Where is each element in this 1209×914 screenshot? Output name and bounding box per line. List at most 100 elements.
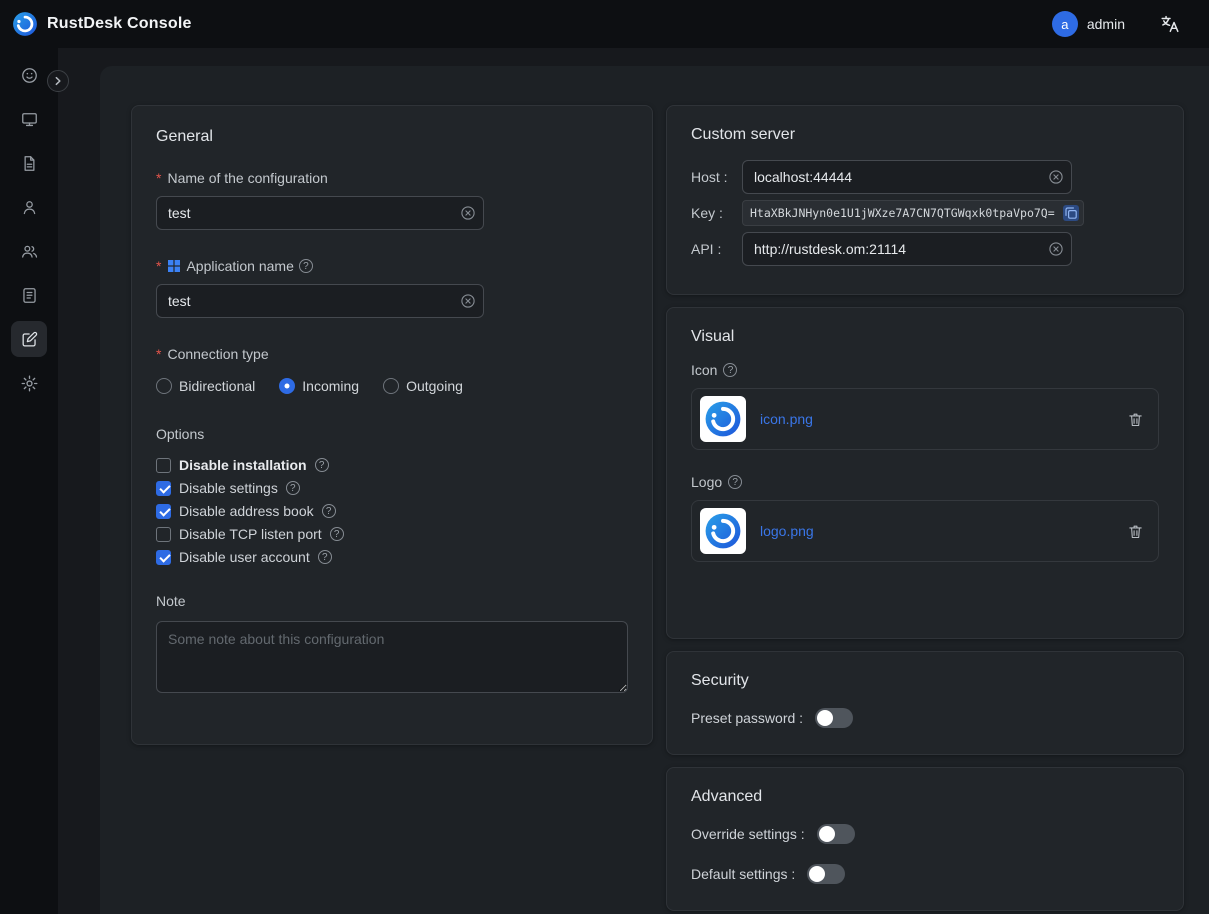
sidebar-item-0[interactable] <box>11 57 47 93</box>
right-column: Custom server Host : Key : HtaXBkJNHyn0e… <box>666 105 1184 914</box>
advanced-card: Advanced Override settings : Default set… <box>666 767 1184 911</box>
checkbox-disable-settings[interactable]: Disable settings <box>156 480 628 496</box>
icon-file-link[interactable]: icon.png <box>760 411 813 427</box>
sidebar-collapse-button[interactable] <box>47 70 69 92</box>
edit-icon <box>20 330 39 349</box>
preset-password-toggle[interactable] <box>815 708 853 728</box>
checkbox-control[interactable] <box>156 458 171 473</box>
visual-card-title: Visual <box>691 328 1159 346</box>
sidebar-item-4[interactable] <box>11 233 47 269</box>
logo-thumbnail <box>700 508 746 554</box>
icon-label: Icon <box>691 362 717 378</box>
checkbox-control[interactable] <box>156 550 171 565</box>
sidebar-item-5[interactable] <box>11 277 47 313</box>
visual-card: Visual Icon icon.png Logo <box>666 307 1184 639</box>
help-icon[interactable] <box>299 259 313 273</box>
sidebar-item-6[interactable] <box>11 321 47 357</box>
rustdesk-logo-icon <box>704 400 742 438</box>
smile-icon <box>20 66 39 85</box>
application-name-input-wrap <box>156 284 484 318</box>
radio-incoming[interactable]: Incoming <box>279 378 359 394</box>
clear-icon[interactable] <box>461 206 475 220</box>
clear-icon[interactable] <box>1049 170 1063 184</box>
custom-server-card: Custom server Host : Key : HtaXBkJNHyn0e… <box>666 105 1184 295</box>
sidebar-item-2[interactable] <box>11 145 47 181</box>
preset-password-label: Preset password : <box>691 710 803 726</box>
radio-control[interactable] <box>383 378 399 394</box>
options-label: Options <box>156 426 628 442</box>
document-icon <box>20 154 39 173</box>
connection-type-label: Connection type <box>167 346 268 362</box>
preset-password-row: Preset password : <box>691 708 1159 728</box>
application-name-input[interactable] <box>156 284 484 318</box>
icon-file-box: icon.png <box>691 388 1159 450</box>
options-checkbox-list: Disable installation Disable settings Di… <box>156 457 628 565</box>
checkbox-control[interactable] <box>156 481 171 496</box>
host-input[interactable] <box>742 160 1072 194</box>
translate-icon[interactable] <box>1159 13 1181 35</box>
checkbox-control[interactable] <box>156 504 171 519</box>
windows-logo-icon <box>167 259 181 273</box>
app-shell: General Name of the configuration <box>0 48 1209 914</box>
help-icon[interactable] <box>330 527 344 541</box>
security-card: Security Preset password : <box>666 651 1184 755</box>
trash-icon[interactable] <box>1127 411 1144 428</box>
application-name-field: Application name <box>156 258 628 318</box>
general-card: General Name of the configuration <box>131 105 653 745</box>
users-icon <box>20 242 39 261</box>
gear-icon <box>20 374 39 393</box>
config-name-label: Name of the configuration <box>167 170 327 186</box>
sidebar-item-7[interactable] <box>11 365 47 401</box>
topbar-right: a admin <box>1052 11 1181 37</box>
user-name[interactable]: admin <box>1087 16 1125 32</box>
monitor-icon <box>20 110 39 129</box>
default-settings-row: Default settings : <box>691 864 1159 884</box>
logo-file-link[interactable]: logo.png <box>760 523 814 539</box>
clear-icon[interactable] <box>461 294 475 308</box>
api-row: API : <box>691 232 1159 266</box>
help-icon[interactable] <box>315 458 329 472</box>
checkbox-disable-installation[interactable]: Disable installation <box>156 457 628 473</box>
sidebar-item-3[interactable] <box>11 189 47 225</box>
api-input[interactable] <box>742 232 1072 266</box>
checkbox-disable-user-account[interactable]: Disable user account <box>156 549 628 565</box>
help-icon[interactable] <box>728 475 742 489</box>
sidebar <box>0 48 58 914</box>
radio-control[interactable] <box>279 378 295 394</box>
logo-label: Logo <box>691 474 722 490</box>
rustdesk-logo-icon <box>704 512 742 550</box>
checkbox-control[interactable] <box>156 527 171 542</box>
radio-outgoing[interactable]: Outgoing <box>383 378 463 394</box>
checkbox-disable-tcp-listen-port[interactable]: Disable TCP listen port <box>156 526 628 542</box>
general-card-title: General <box>156 128 628 146</box>
trash-icon[interactable] <box>1127 523 1144 540</box>
config-name-input-wrap <box>156 196 484 230</box>
help-icon[interactable] <box>286 481 300 495</box>
left-column: General Name of the configuration <box>131 105 653 914</box>
radio-bidirectional[interactable]: Bidirectional <box>156 378 255 394</box>
user-avatar[interactable]: a <box>1052 11 1078 37</box>
default-settings-label: Default settings : <box>691 866 795 882</box>
config-name-field: Name of the configuration <box>156 170 628 230</box>
brand: RustDesk Console <box>12 11 192 37</box>
help-icon[interactable] <box>318 550 332 564</box>
logbook-icon <box>20 286 39 305</box>
override-settings-toggle[interactable] <box>817 824 855 844</box>
help-icon[interactable] <box>322 504 336 518</box>
note-textarea[interactable] <box>156 621 628 693</box>
sidebar-item-1[interactable] <box>11 101 47 137</box>
key-value: HtaXBkJNHyn0e1U1jWXze7A7CN7QTGWqxk0tpaVp… <box>750 206 1059 220</box>
required-asterisk <box>156 258 162 274</box>
override-settings-row: Override settings : <box>691 824 1159 844</box>
clear-icon[interactable] <box>1049 242 1063 256</box>
default-settings-toggle[interactable] <box>807 864 845 884</box>
help-icon[interactable] <box>723 363 737 377</box>
copy-icon[interactable] <box>1063 205 1079 221</box>
checkbox-disable-address-book[interactable]: Disable address book <box>156 503 628 519</box>
app-title: RustDesk Console <box>47 15 192 33</box>
host-row: Host : <box>691 160 1159 194</box>
icon-thumbnail <box>700 396 746 442</box>
radio-control[interactable] <box>156 378 172 394</box>
config-name-input[interactable] <box>156 196 484 230</box>
api-label: API : <box>691 241 742 257</box>
